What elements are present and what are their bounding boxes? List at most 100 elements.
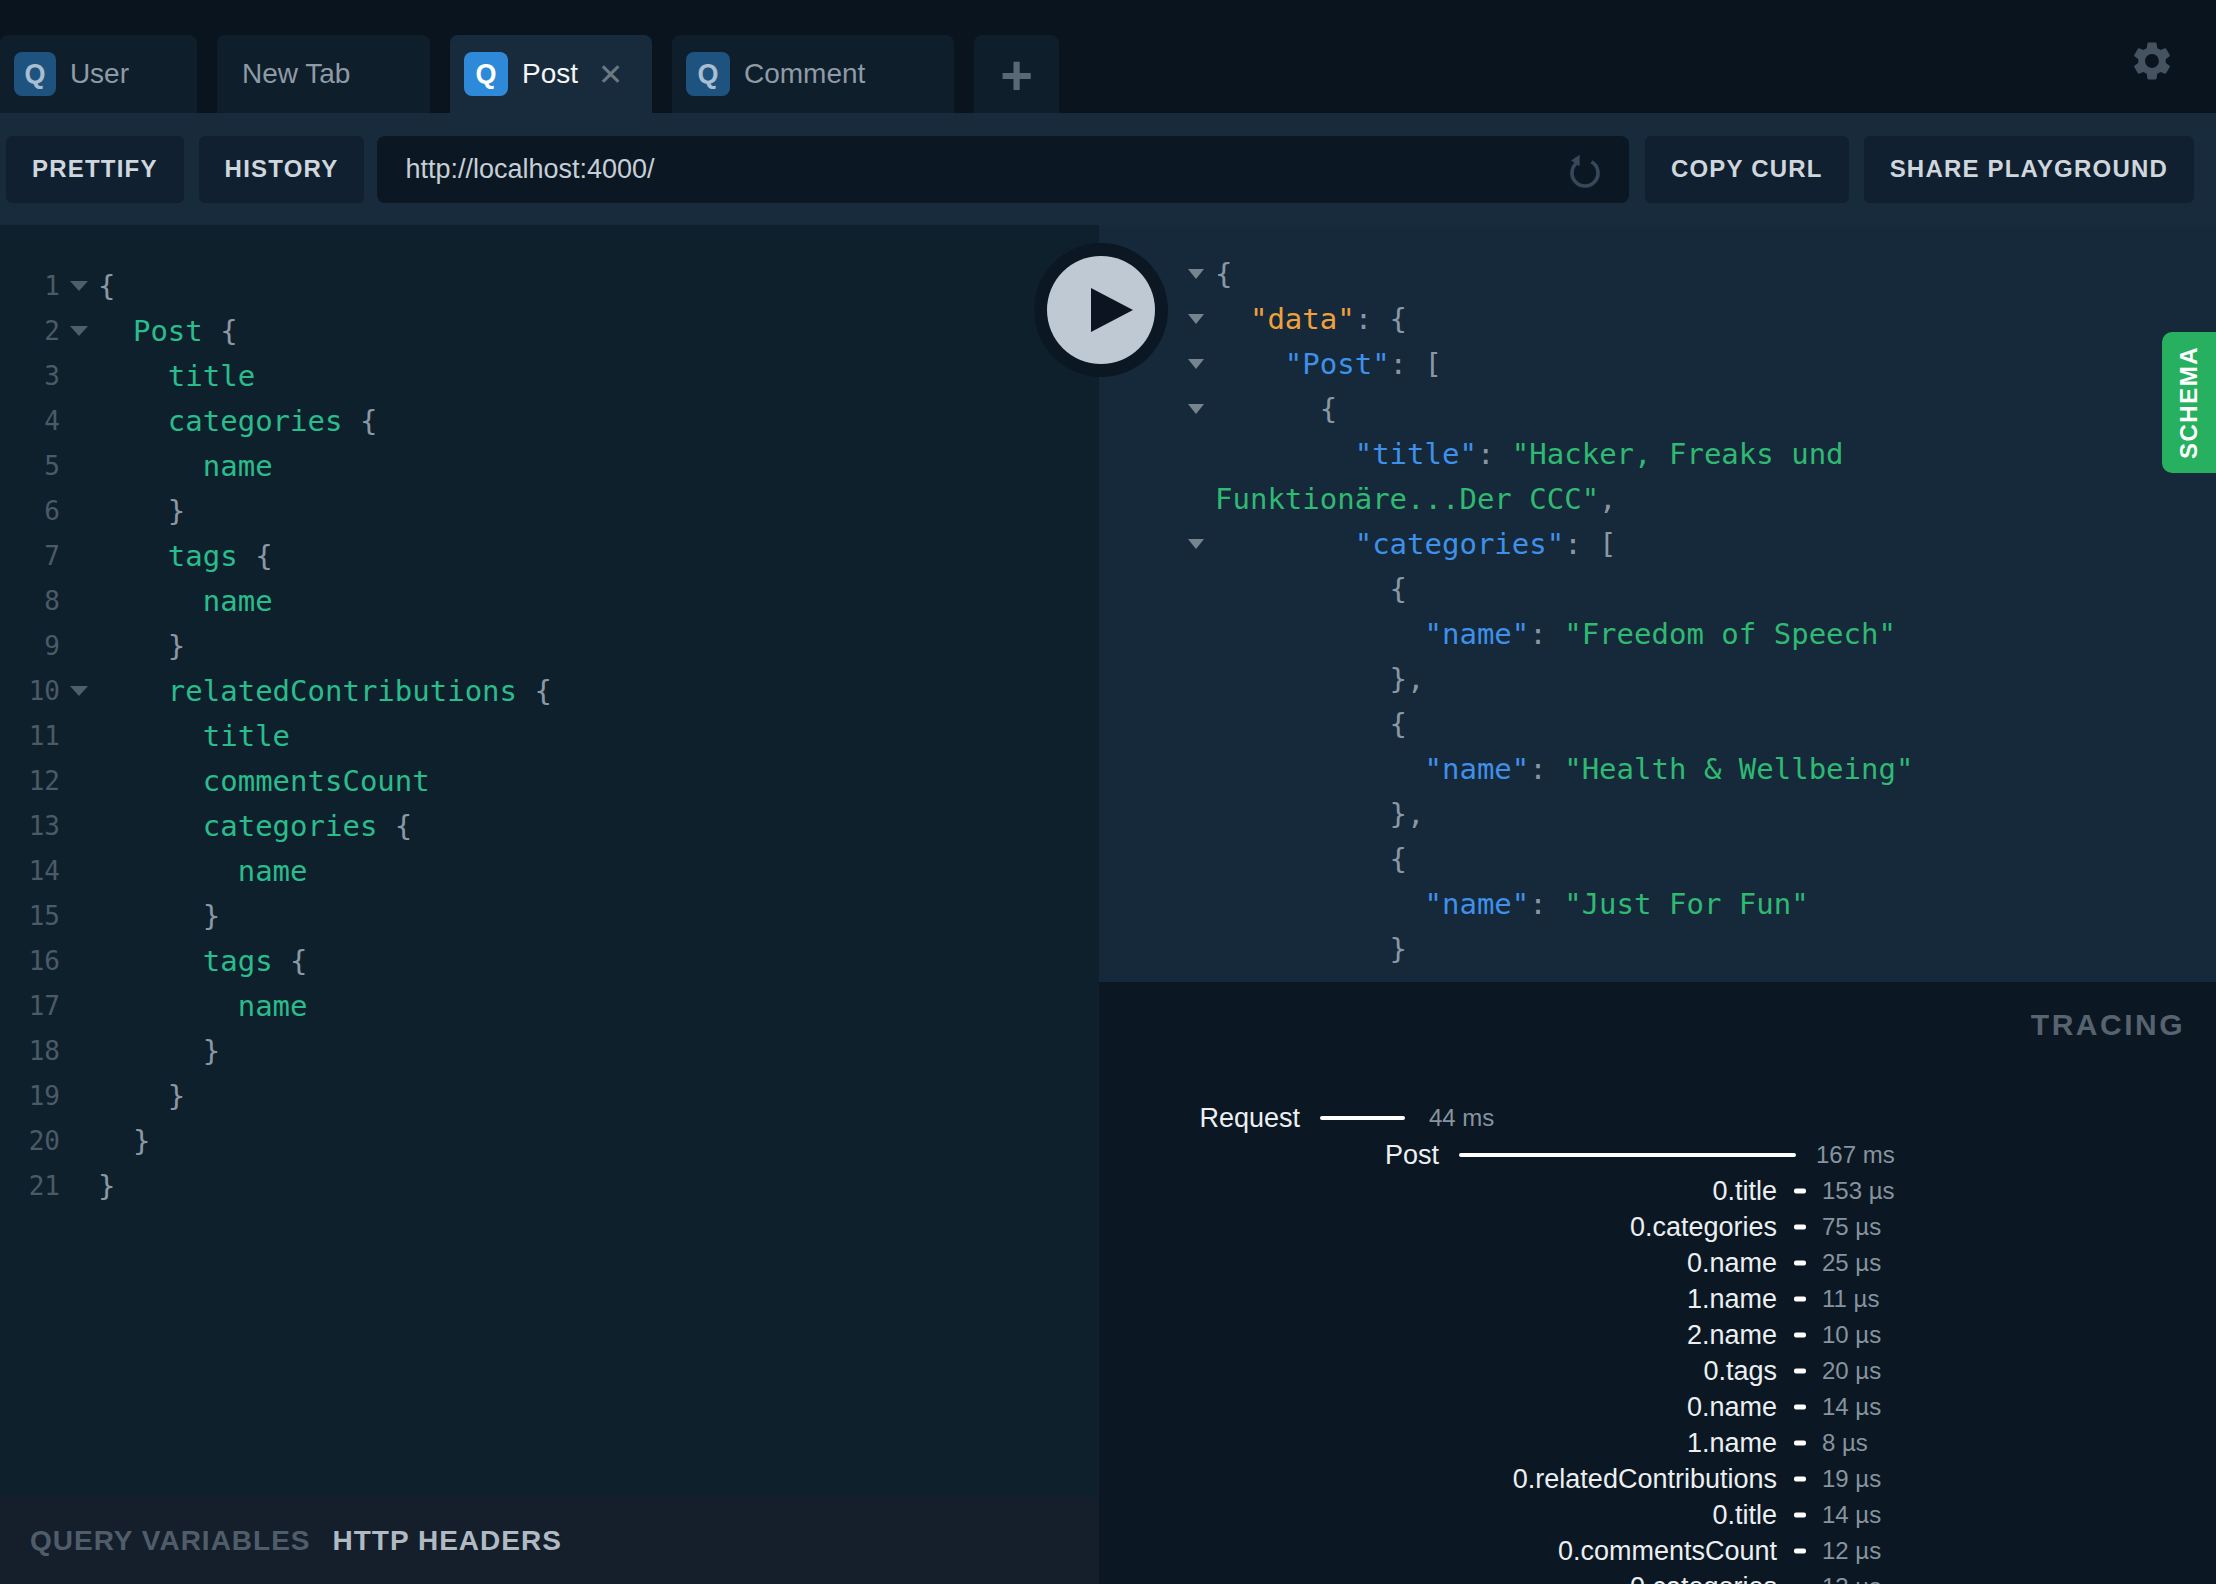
query-code: relatedContributions { — [98, 674, 552, 708]
query-line: 13 categories { — [0, 803, 1099, 848]
history-button[interactable]: HISTORY — [199, 136, 365, 203]
query-line: 8 name — [0, 578, 1099, 623]
tracing-row-value: 11 µs — [1822, 1285, 1879, 1313]
query-line: 21} — [0, 1163, 1099, 1208]
response-line: "Post": [ — [1177, 341, 2216, 386]
line-number: 7 — [0, 541, 60, 571]
http-headers-tab[interactable]: HTTP HEADERS — [333, 1525, 562, 1557]
response-code: "name": "Health & Wellbeing" — [1215, 752, 1913, 786]
tracing-row-label: 0.tags — [1703, 1356, 1777, 1387]
response-line: "data": { — [1177, 296, 2216, 341]
tab-post[interactable]: QPost✕ — [450, 35, 652, 113]
tracing-title: TRACING — [2031, 1008, 2185, 1042]
tracing-bar — [1794, 1549, 1806, 1554]
tracing-row-value: 167 ms — [1816, 1141, 1895, 1169]
settings-gear-icon[interactable] — [2129, 38, 2175, 84]
prettify-button[interactable]: PRETTIFY — [6, 136, 184, 203]
schema-tab[interactable]: SCHEMA — [2162, 332, 2216, 473]
line-number: 9 — [0, 631, 60, 661]
line-number: 18 — [0, 1036, 60, 1066]
fold-arrow-icon[interactable] — [1177, 404, 1215, 414]
response-line: "name": "Health & Wellbeing" — [1177, 746, 2216, 791]
query-line: 2 Post { — [0, 308, 1099, 353]
query-code: } — [98, 1034, 220, 1068]
response-code: { — [1215, 572, 1407, 606]
reload-icon[interactable] — [1565, 150, 1605, 190]
tracing-row-value: 19 µs — [1822, 1465, 1881, 1493]
response-line: Funktionäre...Der CCC", — [1177, 476, 2216, 521]
tracing-row-label: 1.name — [1687, 1428, 1777, 1459]
toolbar: PRETTIFY HISTORY http://localhost:4000/ … — [0, 113, 2216, 225]
line-number: 5 — [0, 451, 60, 481]
query-code: } — [98, 494, 185, 528]
response-line: ] — [1177, 971, 2216, 982]
tab-user[interactable]: QUser — [0, 35, 197, 113]
tracing-bar — [1794, 1189, 1806, 1194]
tracing-bar — [1794, 1333, 1806, 1338]
fold-arrow-icon[interactable] — [1177, 539, 1215, 549]
line-number: 11 — [0, 721, 60, 751]
query-icon: Q — [14, 52, 56, 96]
query-editor[interactable]: 1{2 Post {3 title4 categories {5 name6 }… — [0, 225, 1099, 1497]
query-code: tags { — [98, 539, 273, 573]
query-line: 17 name — [0, 983, 1099, 1028]
new-tab-button[interactable]: + — [974, 35, 1059, 113]
copy-curl-button[interactable]: COPY CURL — [1645, 136, 1849, 203]
line-number: 4 — [0, 406, 60, 436]
response-pane: { "data": { "Post": [ { "title": "Hacker… — [1099, 225, 2216, 982]
response-line: }, — [1177, 656, 2216, 701]
query-line: 16 tags { — [0, 938, 1099, 983]
fold-arrow-icon[interactable] — [60, 281, 98, 291]
tab-new-tab[interactable]: New Tab — [217, 35, 430, 113]
tracing-row-value: 14 µs — [1822, 1501, 1881, 1529]
response-code: }, — [1215, 662, 1425, 696]
share-playground-button[interactable]: SHARE PLAYGROUND — [1864, 136, 2194, 203]
response-code: "title": "Hacker, Freaks und — [1215, 437, 1844, 471]
tracing-row-value: 13 µs — [1822, 1573, 1881, 1584]
query-line: 7 tags { — [0, 533, 1099, 578]
query-code: name — [98, 584, 273, 618]
fold-arrow-icon[interactable] — [60, 686, 98, 696]
query-icon: Q — [464, 52, 508, 96]
query-code: } — [98, 1169, 115, 1203]
tracing-row-label: 0.title — [1712, 1500, 1777, 1531]
editor-footer: QUERY VARIABLES HTTP HEADERS — [0, 1497, 1099, 1584]
query-code: } — [98, 1124, 150, 1158]
query-code: name — [98, 854, 308, 888]
tracing-row-value: 14 µs — [1822, 1393, 1881, 1421]
line-number: 21 — [0, 1171, 60, 1201]
query-variables-tab[interactable]: QUERY VARIABLES — [30, 1525, 311, 1557]
fold-arrow-icon[interactable] — [1177, 269, 1215, 279]
query-code: name — [98, 989, 308, 1023]
query-line: 10 relatedContributions { — [0, 668, 1099, 713]
query-code: commentsCount — [98, 764, 430, 798]
tracing-row-value: 10 µs — [1822, 1321, 1881, 1349]
fold-arrow-icon[interactable] — [1177, 359, 1215, 369]
query-code: title — [98, 719, 290, 753]
response-line: { — [1177, 251, 2216, 296]
tracing-row-value: 8 µs — [1822, 1429, 1868, 1457]
line-number: 20 — [0, 1126, 60, 1156]
response-code: "Post": [ — [1215, 347, 1442, 381]
fold-arrow-icon[interactable] — [1177, 314, 1215, 324]
line-number: 13 — [0, 811, 60, 841]
query-code: { — [98, 269, 115, 303]
response-code: "name": "Freedom of Speech" — [1215, 617, 1896, 651]
query-code: } — [98, 629, 185, 663]
line-number: 12 — [0, 766, 60, 796]
response-code: } — [1215, 932, 1407, 966]
tracing-row-label: 2.name — [1687, 1320, 1777, 1351]
fold-arrow-icon[interactable] — [60, 326, 98, 336]
query-line: 1{ — [0, 263, 1099, 308]
execute-button[interactable] — [1034, 243, 1168, 377]
endpoint-input[interactable]: http://localhost:4000/ — [377, 136, 1629, 203]
query-line: 12 commentsCount — [0, 758, 1099, 803]
tracing-bar — [1320, 1116, 1405, 1120]
endpoint-url[interactable]: http://localhost:4000/ — [405, 154, 654, 185]
response-code: }, — [1215, 797, 1425, 831]
tab-comment[interactable]: QComment — [672, 35, 954, 113]
close-tab-icon[interactable]: ✕ — [598, 57, 623, 92]
tracing-bar — [1794, 1441, 1806, 1446]
query-code: categories { — [98, 404, 377, 438]
line-number: 10 — [0, 676, 60, 706]
